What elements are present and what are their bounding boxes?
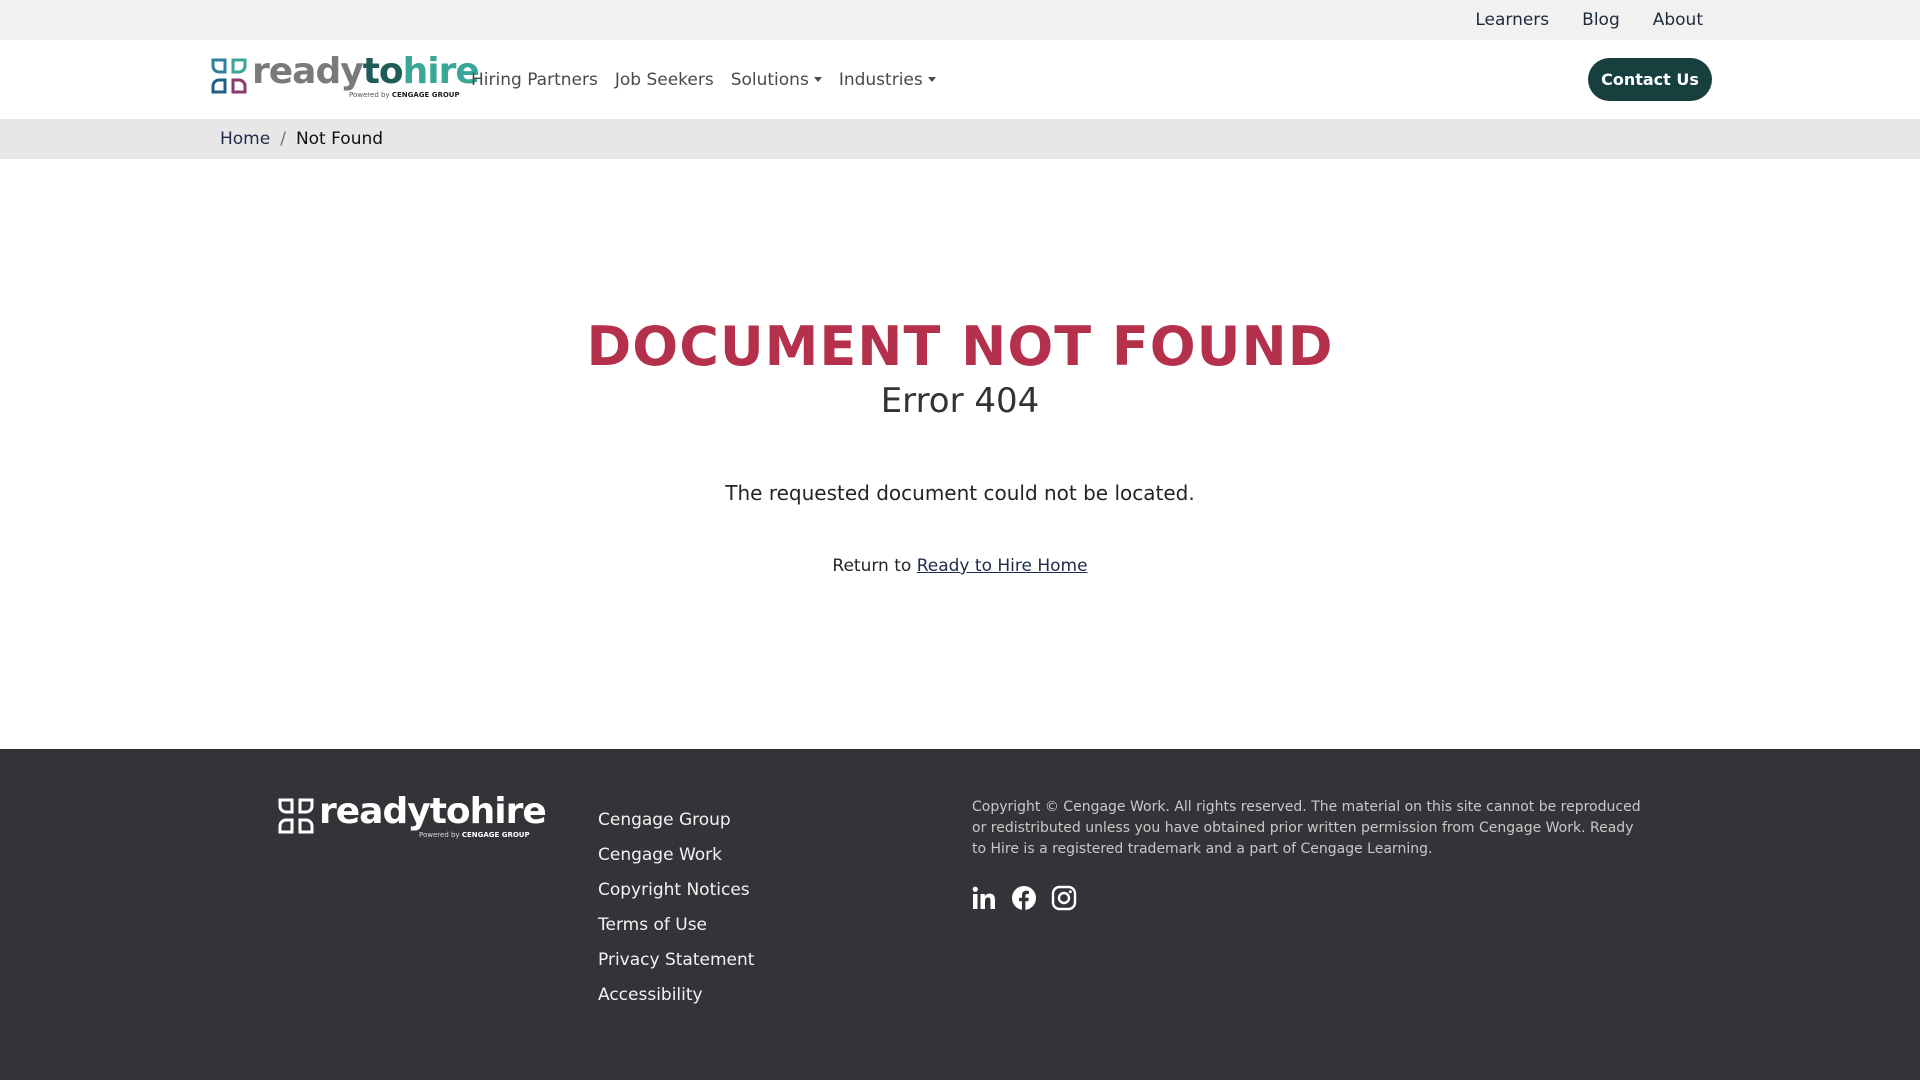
- breadcrumb: Home / Not Found: [220, 119, 383, 159]
- nav-hiring-partners[interactable]: Hiring Partners: [471, 70, 598, 90]
- footer-link-terms-of-use[interactable]: Terms of Use: [598, 908, 754, 943]
- caret-down-icon: [927, 77, 936, 82]
- site-footer: readytohire Powered by CENGAGE GROUP Cen…: [0, 749, 1920, 1080]
- footer-social: [971, 885, 1077, 911]
- linkedin-icon[interactable]: [971, 885, 997, 911]
- breadcrumb-current: Not Found: [295, 129, 384, 149]
- nav-solutions-dropdown[interactable]: Solutions: [731, 70, 822, 90]
- utility-nav: Learners Blog About: [1475, 0, 1703, 40]
- utility-bar: Learners Blog About: [0, 0, 1920, 40]
- footer-link-privacy-statement[interactable]: Privacy Statement: [598, 943, 754, 978]
- contact-us-button[interactable]: Contact Us: [1588, 58, 1712, 101]
- return-line: Return to Ready to Hire Home: [0, 556, 1920, 576]
- readytohire-logo[interactable]: readytohire Powered by CENGAGE GROUP: [211, 51, 480, 103]
- site-header: readytohire Powered by CENGAGE GROUP Hir…: [0, 40, 1920, 119]
- error-title: DOCUMENT NOT FOUND: [586, 315, 1334, 378]
- footer-copyright: Copyright © Cengage Work. All rights res…: [972, 799, 1641, 857]
- breadcrumb-bar: Home / Not Found: [0, 119, 1920, 159]
- caret-down-icon: [813, 77, 822, 82]
- logo-mark-icon: [278, 798, 314, 834]
- nav-job-seekers[interactable]: Job Seekers: [615, 70, 714, 90]
- main-content: DOCUMENT NOT FOUND Error 404 The request…: [0, 159, 1920, 749]
- footer-link-accessibility[interactable]: Accessibility: [598, 978, 754, 1013]
- utility-link-blog[interactable]: Blog: [1582, 10, 1620, 30]
- logo-wordmark: readytohire: [252, 51, 480, 92]
- error-code: Error 404: [880, 381, 1040, 421]
- footer-logo[interactable]: readytohire Powered by CENGAGE GROUP: [278, 791, 547, 843]
- breadcrumb-separator: /: [280, 129, 286, 149]
- footer-link-cengage-group[interactable]: Cengage Group: [598, 803, 754, 838]
- logo-powered-by: Powered by CENGAGE GROUP: [349, 91, 460, 99]
- footer-logo-wordmark: readytohire: [319, 791, 547, 832]
- instagram-icon[interactable]: [1051, 885, 1077, 911]
- return-prefix: Return to: [832, 556, 912, 576]
- facebook-icon[interactable]: [1011, 885, 1037, 911]
- breadcrumb-home-link[interactable]: Home: [220, 129, 270, 149]
- footer-links: Cengage Group Cengage Work Copyright Not…: [598, 803, 754, 1013]
- nav-industries-dropdown[interactable]: Industries: [839, 70, 936, 90]
- footer-logo-powered-by: Powered by CENGAGE GROUP: [419, 831, 530, 839]
- main-nav: Hiring Partners Job Seekers Solutions In…: [471, 40, 936, 119]
- footer-link-copyright-notices[interactable]: Copyright Notices: [598, 873, 754, 908]
- error-message: The requested document could not be loca…: [725, 481, 1195, 505]
- utility-link-about[interactable]: About: [1653, 10, 1703, 30]
- footer-link-cengage-work[interactable]: Cengage Work: [598, 838, 754, 873]
- logo-mark-icon: [211, 58, 247, 94]
- return-home-link[interactable]: Ready to Hire Home: [917, 556, 1088, 576]
- utility-link-learners[interactable]: Learners: [1475, 10, 1549, 30]
